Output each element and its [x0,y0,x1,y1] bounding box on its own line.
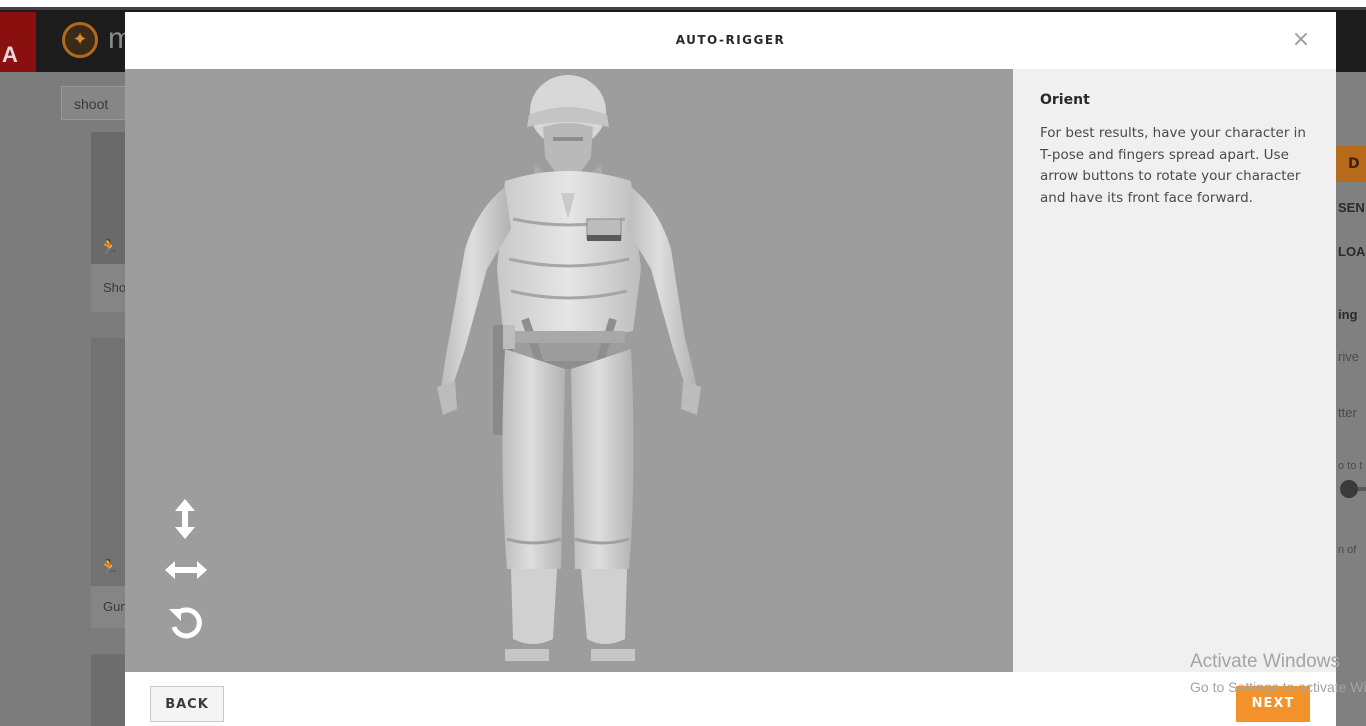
animation-card[interactable] [91,654,125,726]
activation-watermark-subtitle: Go to Settings to activate Windows. [1190,679,1366,695]
adobe-logo-mark: A [2,42,18,67]
dialog-title: AUTO-RIGGER [675,33,786,47]
animation-card[interactable]: 🏃 Sho [91,132,126,312]
right-panel-item[interactable]: LOA [1338,244,1366,259]
auto-rigger-dialog: AUTO-RIGGER × Orient For best results, h… [125,12,1336,726]
animation-card-label: Gun [91,586,128,628]
activation-watermark-title: Activate Windows [1190,651,1340,672]
animation-card[interactable]: 🏃 Gun [91,338,128,628]
right-panel-item: n of [1338,544,1357,556]
running-figure-icon: 🏃 [99,558,119,577]
character-viewport[interactable] [125,69,1013,672]
right-panel-item: o to t [1338,460,1363,472]
vertical-arrows-icon[interactable] [173,499,197,539]
back-button[interactable]: BACK [150,686,224,722]
running-figure-icon: 🏃 [99,238,119,257]
right-panel-item: ing [1338,307,1358,322]
step-description: For best results, have your character in… [1040,125,1306,206]
horizontal-arrows-icon[interactable] [165,561,207,579]
right-panel-item: tter [1338,405,1357,420]
right-panel-item[interactable]: SEN [1338,200,1366,215]
dialog-footer: BACK NEXT [125,672,1336,726]
rotate-icon[interactable] [167,603,205,641]
search-input[interactable]: shoot [61,86,125,120]
right-panel-item: rive [1338,349,1359,364]
slider-handle[interactable] [1340,480,1358,498]
animation-thumbnail [91,338,125,586]
dialog-header: AUTO-RIGGER × [125,12,1336,69]
step-info-panel: Orient For best results, have your chara… [1013,69,1336,672]
close-icon[interactable]: × [1290,29,1312,51]
mixamo-logo-icon: ✦ [62,22,98,58]
character-model[interactable] [125,69,1013,672]
step-title: Orient [1040,92,1090,108]
primary-action-button[interactable]: D [1336,146,1366,182]
animation-card-label: Sho [91,264,126,312]
